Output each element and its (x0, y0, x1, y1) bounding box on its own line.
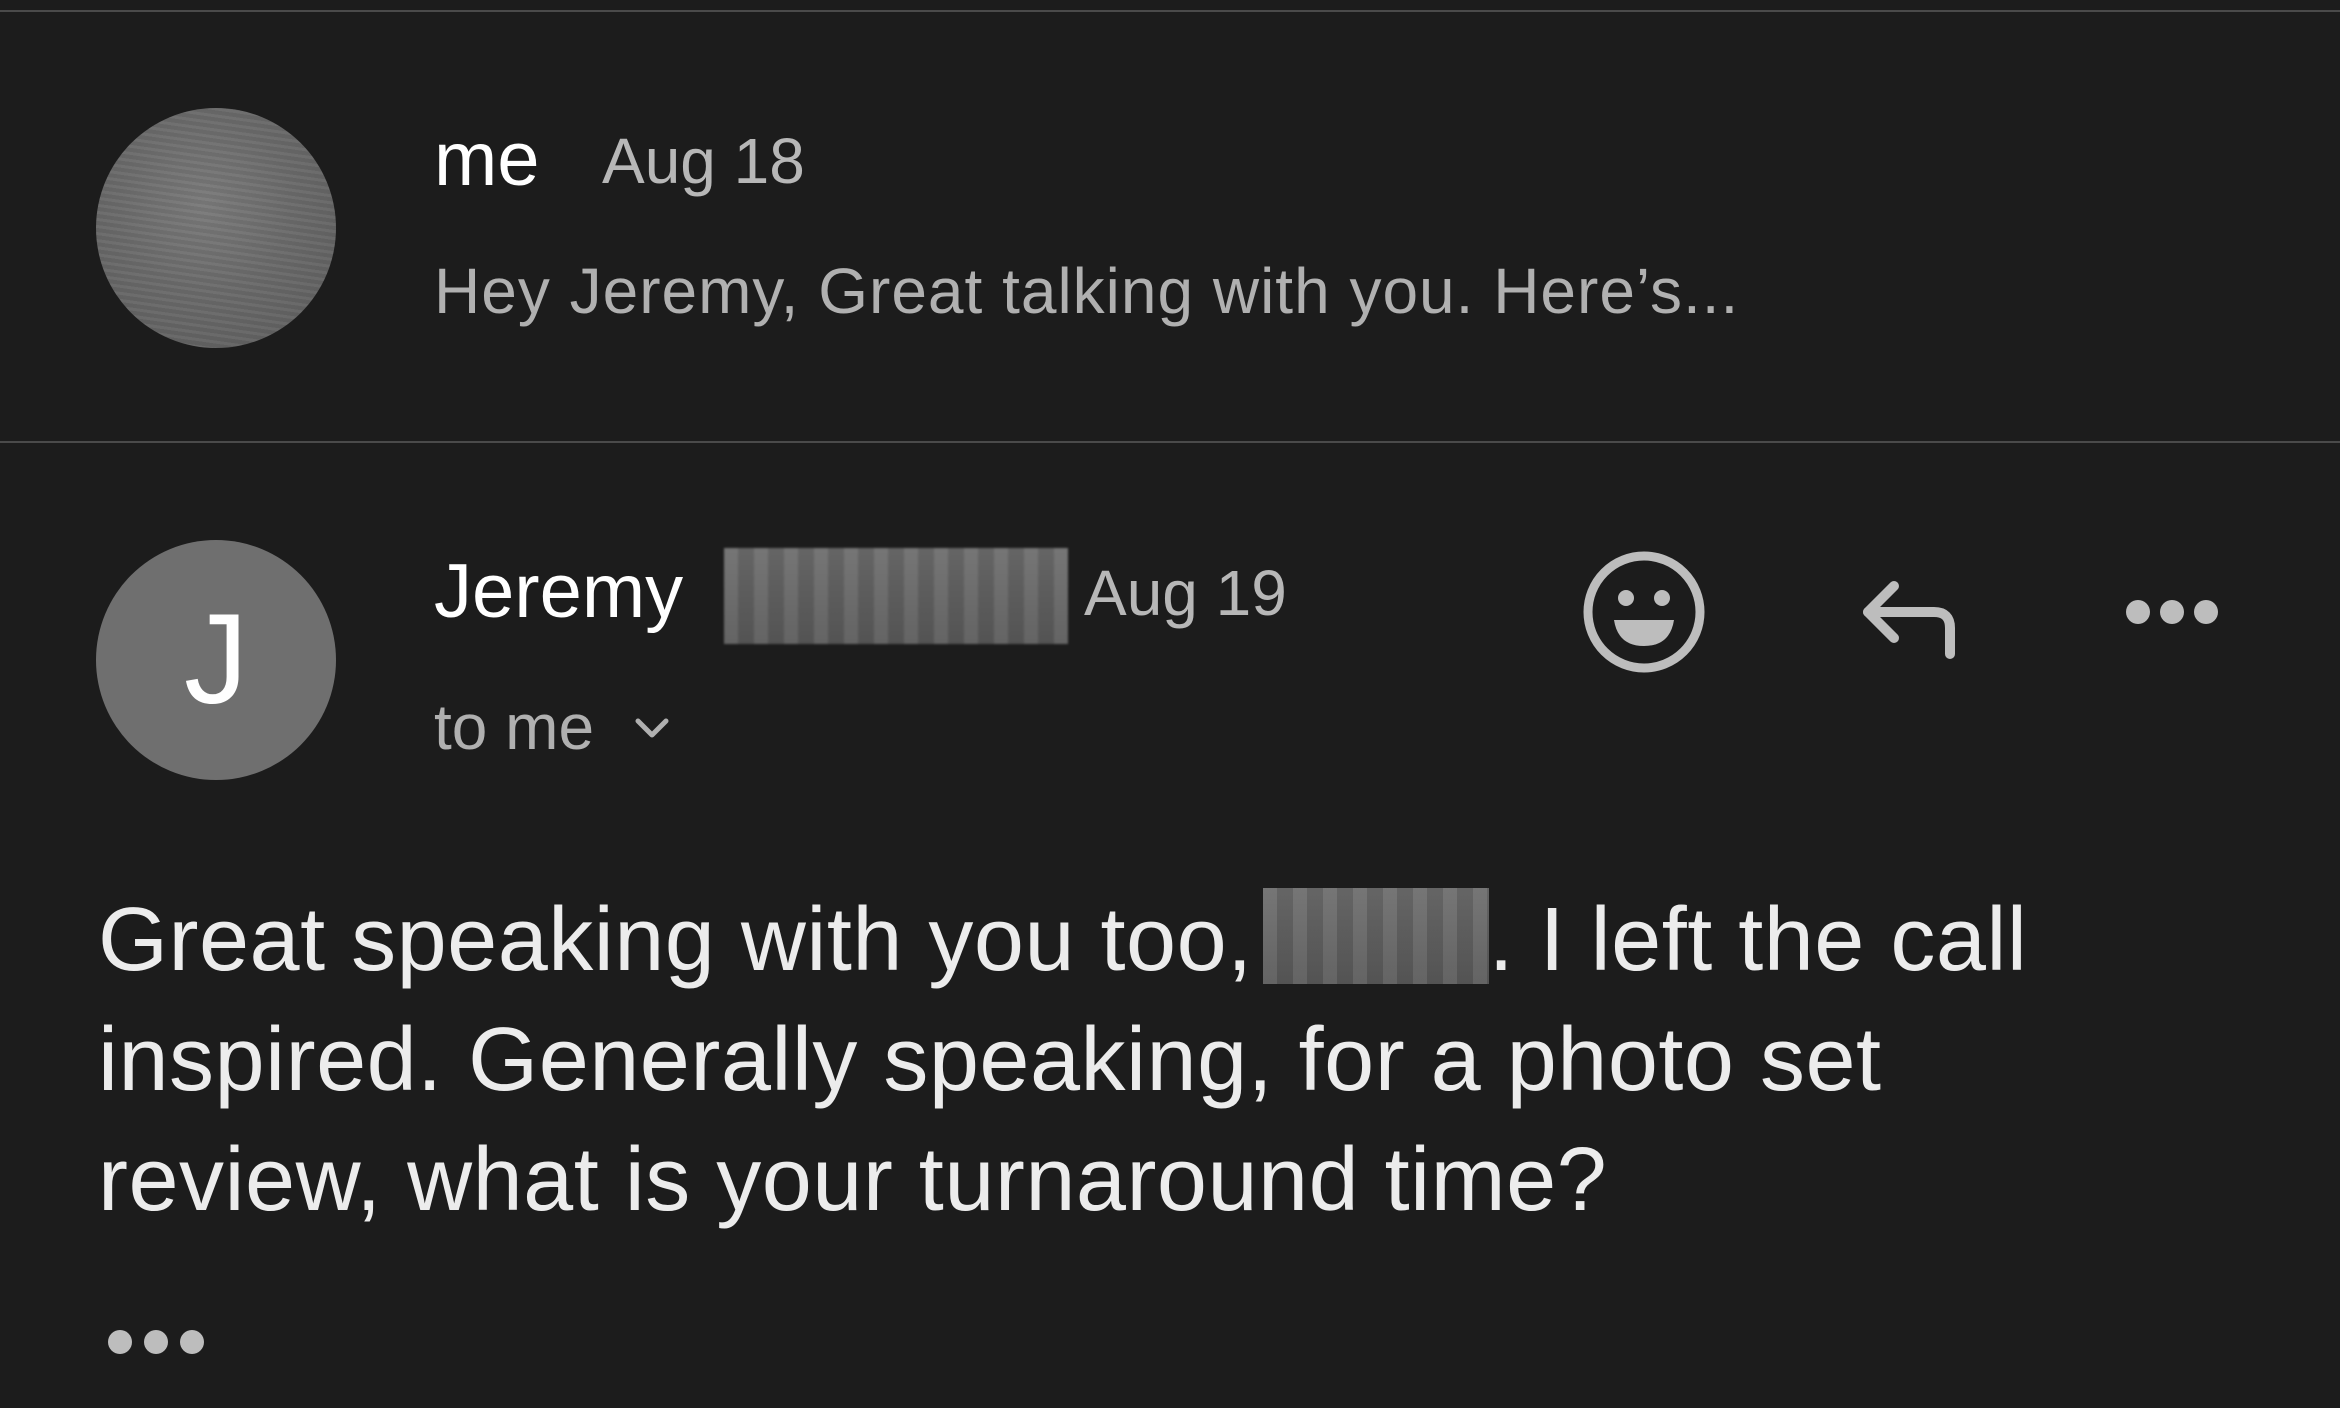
sender-avatar-initial: J (96, 540, 336, 780)
message-divider (0, 441, 2340, 443)
body-text-segment: Great speaking with you too, (98, 890, 1253, 990)
recipients-toggle[interactable]: to me (434, 690, 672, 764)
recipients-label: to me (434, 691, 595, 763)
sender-avatar-photo (96, 108, 336, 348)
top-divider (0, 10, 2340, 12)
redacted-surname (724, 548, 1068, 644)
smiley-face-icon[interactable] (1574, 542, 1714, 682)
ellipsis-icon[interactable] (104, 1326, 208, 1358)
more-horizontal-icon[interactable] (2102, 542, 2242, 682)
collapsed-message-date: Aug 18 (602, 125, 805, 197)
chevron-down-icon (635, 718, 669, 738)
body-text-segment: . I left the call (1488, 890, 2028, 990)
message-body-line-2: inspired. Generally speaking, for a phot… (98, 1010, 1882, 1110)
expanded-message-date: Aug 19 (1084, 557, 1287, 629)
collapsed-sender-name: me (434, 117, 540, 202)
message-body: Great speaking with you too, . I left the… (98, 880, 2258, 1240)
expanded-sender-name: Jeremy (434, 549, 684, 634)
redacted-name (1262, 888, 1489, 984)
message-body-line-1: Great speaking with you too, . I left the… (98, 880, 2258, 1000)
collapsed-message-snippet: Hey Jeremy, Great talking with you. Here… (434, 255, 1740, 327)
reply-arrow-icon[interactable] (1840, 542, 1980, 682)
message-body-line-3: review, what is your turnaround time? (98, 1130, 1608, 1230)
